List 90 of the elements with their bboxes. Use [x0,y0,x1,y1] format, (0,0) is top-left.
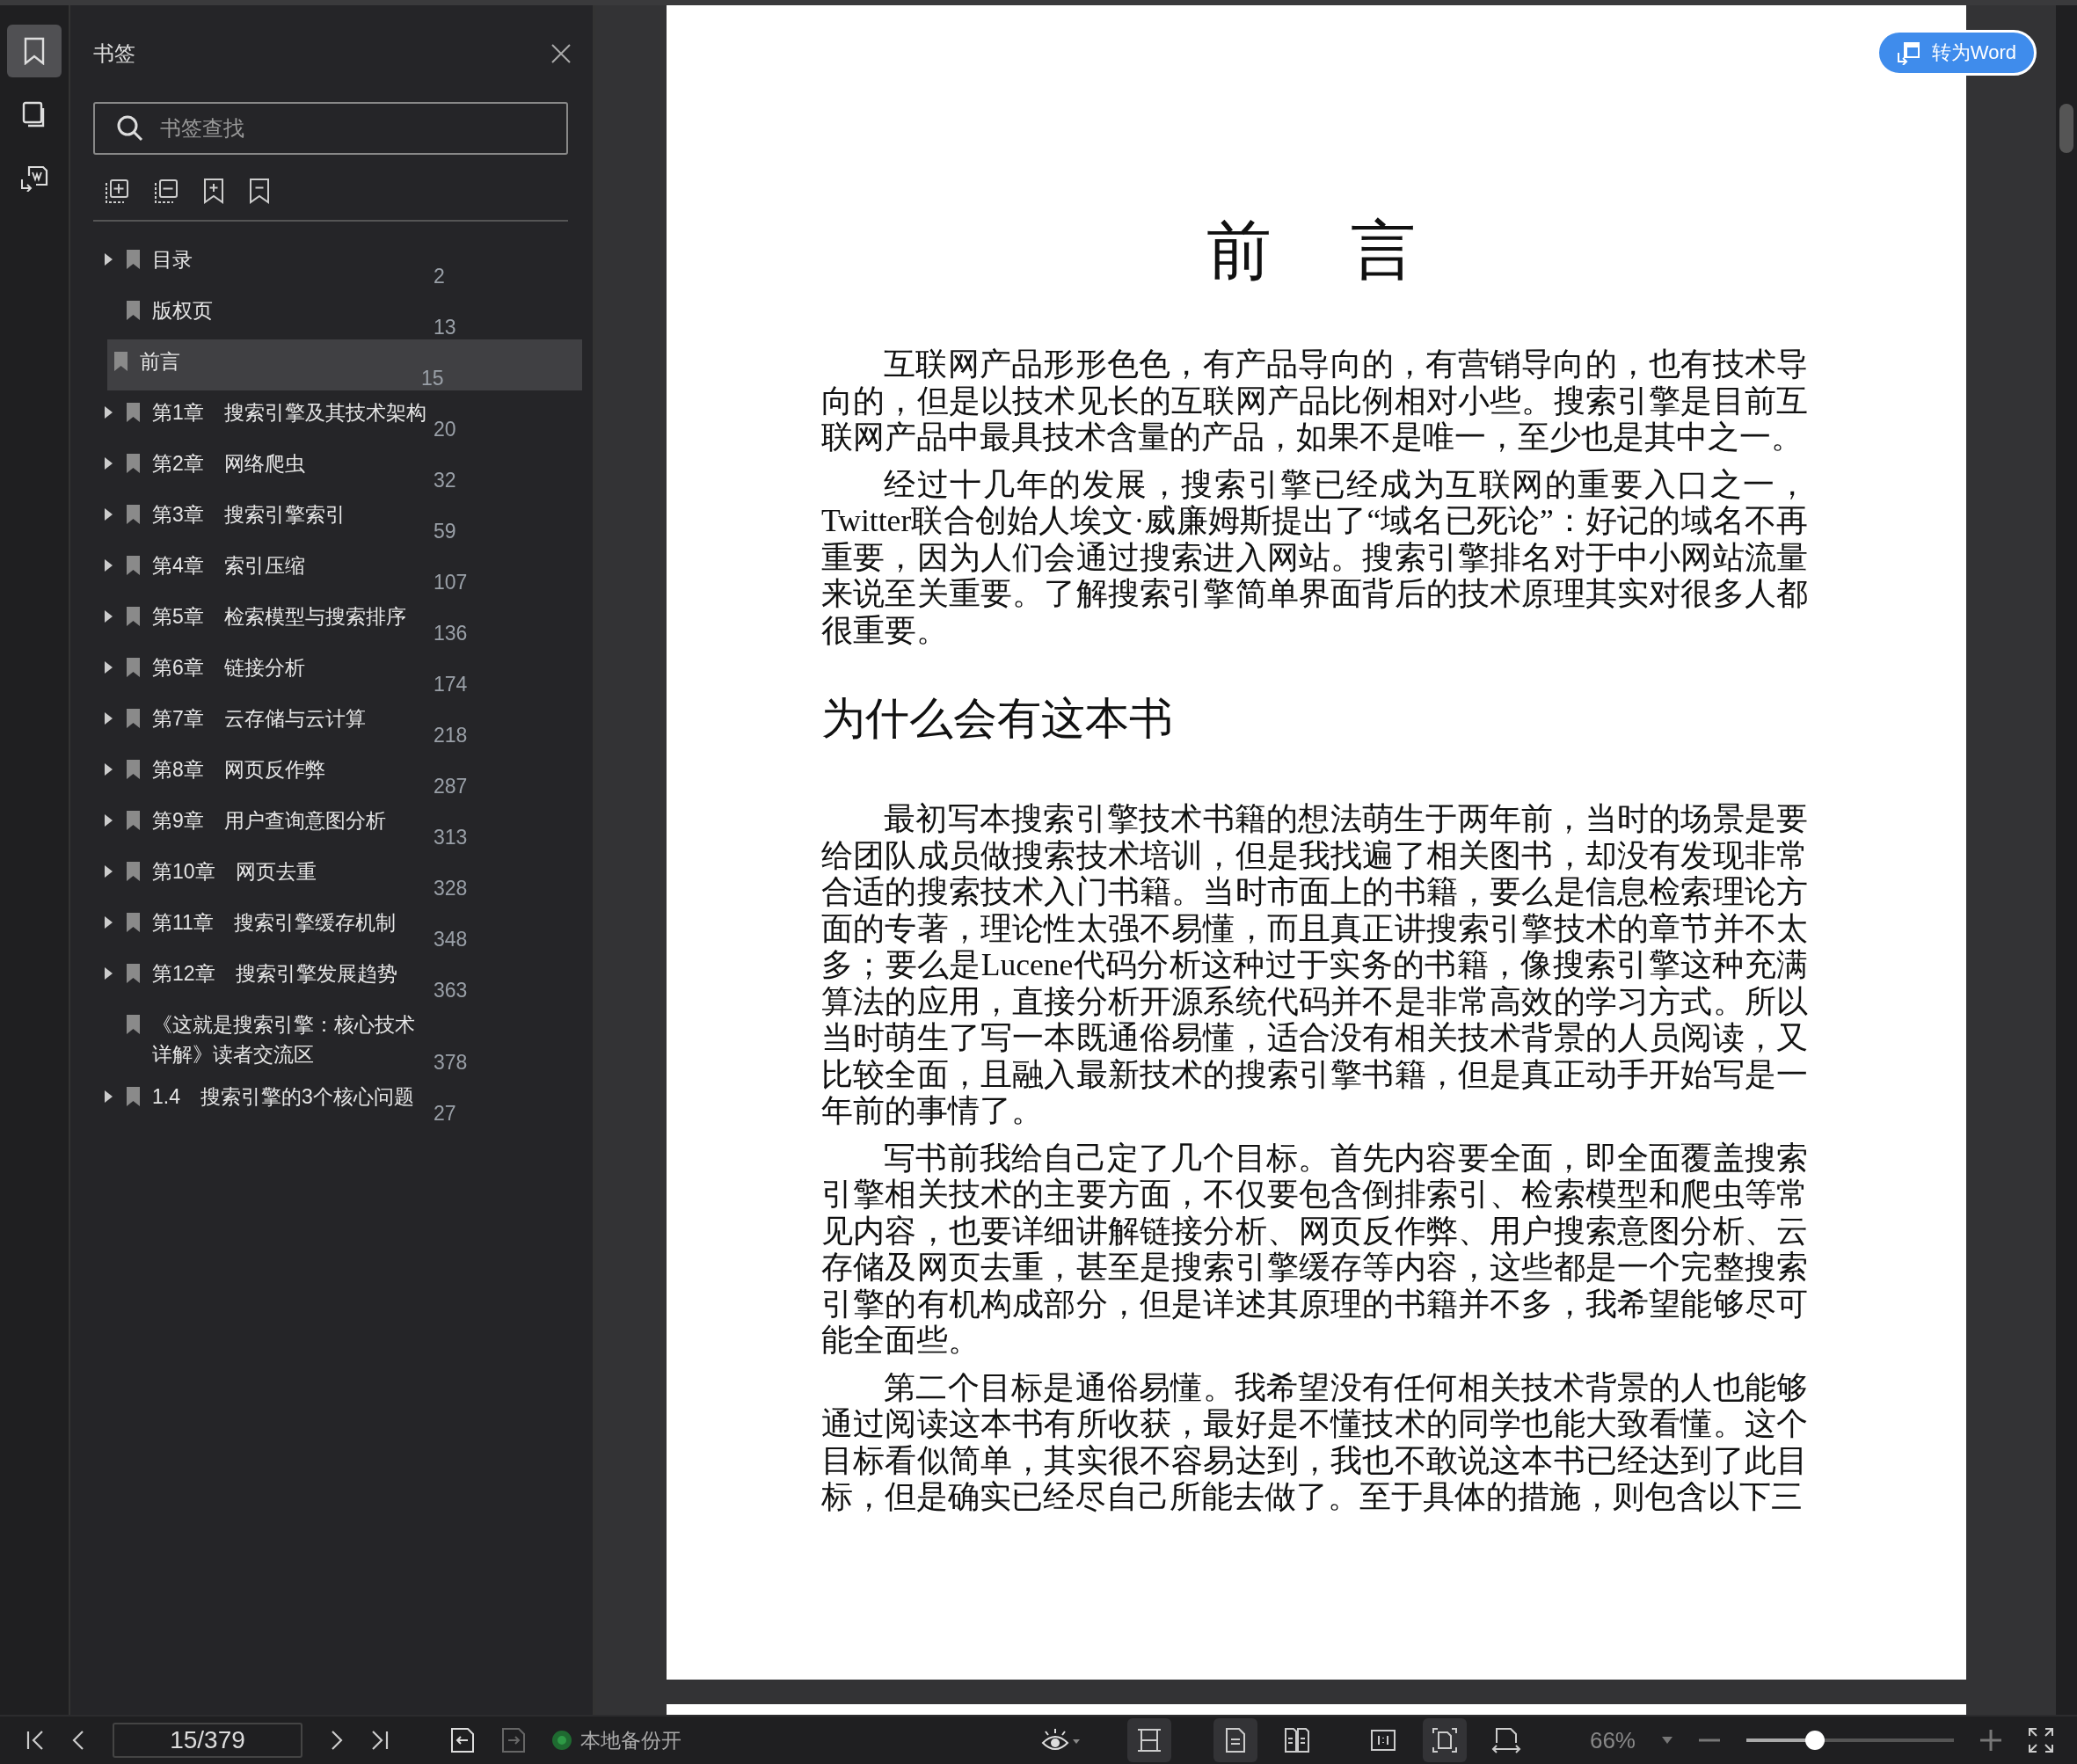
bookmark-icon [127,1015,140,1034]
bookmark-item[interactable]: 第8章 网页反作弊 287 [79,747,582,798]
bookmark-item[interactable]: 第10章 网页去重 328 [79,849,582,900]
bookmark-item[interactable]: 第4章 索引压缩 107 [79,543,582,594]
paragraph: 最初写本搜索引擎技术书籍的想法萌生于两年前，当时的场景是要给团队成员做搜索技术培训，但是我找遍了相关图书，却没有发现非常合适的搜索技术入门书籍。当时市面上的书籍，要么是信息检索理论方面的专著，理论性太强不易懂，而且真正讲搜索引擎技术的章节并不太多；要么是Lucene代码分析这种过于实务的书籍，像搜索引擎这种充满算法的应用，直接分析开源系统代码并不是非常高效的学习方式。所以当时萌生了写一本既通俗易懂，适合没有相关技术背景的人员阅读，又比较全面，且融入最新技术的搜索引擎书籍，但是真正动手开始写是一年前的事情了。 [821,801,1808,1130]
bookmark-item[interactable]: 第9章 用户查询意图分析 313 [79,798,582,849]
view-mode-button[interactable] [1213,1718,1257,1762]
bookmark-item[interactable]: 第5章 检索模型与搜索排序 136 [79,594,582,645]
expand-arrow-icon[interactable] [104,559,113,572]
bookmark-item[interactable]: 1.4 搜索引擎的3个核心问题 27 [79,1075,582,1126]
bookmark-icon [127,913,140,932]
bookmark-item[interactable]: 第7章 云存储与云计算 218 [79,696,582,747]
bookmark-item[interactable]: 前言 15 [107,339,582,390]
bookmark-item[interactable]: 目录 2 [79,237,582,288]
fit-width-icon [1490,1727,1521,1753]
continuous-scroll-icon [1135,1727,1162,1753]
two-page-icon [1283,1727,1310,1753]
zoom-level[interactable]: 66% [1589,1726,1636,1754]
sidebar-tab[interactable] [7,25,62,77]
expand-arrow-icon[interactable] [104,865,113,878]
fit-page-icon [1431,1727,1458,1753]
expand-arrow-icon[interactable] [104,661,113,674]
expand-arrow-icon[interactable] [104,916,113,929]
bookmark-icon [127,301,140,320]
bookmark-icon [127,454,140,473]
paragraph: 互联网产品形形色色，有产品导向的，有营销导向的，也有技术导向的，但是以技术见长的互联网产品比例相对小些。搜索引擎是目前互联网产品中最具技术含量的产品，如果不是唯一，至少也是其中之一。 [821,346,1808,456]
fullscreen-icon[interactable] [2028,1727,2054,1753]
paragraph: 写书前我给自己定了几个目标。首先内容要全面，即全面覆盖搜索引擎相关技术的主要方面，不仅要包含倒排索引、检索模型和爬虫等常见内容，也要详细讲解链接分析、网页反作弊、用户搜索意图分析、云存储及网页去重，甚至是搜索引擎缓存等内容，这些都是一个完整搜索引擎的有机构成部分，但是详述其原理的书籍并不多，我希望能够尽可能全面些。 [821,1140,1808,1359]
zoom-slider[interactable] [1746,1731,1954,1750]
zoom-in-icon[interactable] [1980,1730,2001,1751]
expand-arrow-icon[interactable] [104,712,113,725]
bookmark-icon [127,556,140,575]
bookmark-icon [127,811,140,830]
remove-bookmark-icon[interactable] [248,178,271,204]
bookmark-item[interactable]: 第3章 搜索引擎索引 59 [79,492,582,543]
expand-arrow-icon[interactable] [104,763,113,776]
bookmark-item[interactable]: 第11章 搜索引擎缓存机制 348 [79,900,582,951]
expand-arrow-icon[interactable] [104,406,113,419]
expand-arrow-icon[interactable] [104,1090,113,1103]
page-number-field[interactable]: 15/379 [113,1723,302,1758]
bookmark-icon [127,250,140,269]
section-heading: 为什么会有这本书 [821,693,1174,745]
bookmark-item[interactable]: 第6章 链接分析 174 [79,645,582,696]
expand-arrow-icon[interactable] [104,508,113,521]
bookmark-icon [127,709,140,728]
first-page-icon[interactable] [26,1730,46,1751]
bookmark-icon [127,760,140,779]
bookmark-icon [127,1087,140,1106]
close-icon[interactable] [550,43,572,64]
single-page-icon [1224,1727,1246,1753]
expand-arrow-icon[interactable] [104,457,113,470]
bookmark-icon [127,964,140,983]
caret-icon[interactable] [1662,1737,1673,1744]
expand-arrow-icon[interactable] [104,253,113,266]
document-convert-icon [20,164,48,192]
paragraph: 经过十几年的发展，搜索引擎已经成为互联网的重要入口之一，Twitter联合创始人埃文·威廉姆斯提出了“域名已死论”：好记的域名不再重要，因为人们会通过搜索进入网站。搜索引擎排名对于中小网站流量来说至关重要。了解搜索引擎简单界面背后的技术原理其实对很多人都很重要。 [821,466,1808,649]
last-page-icon[interactable] [369,1730,389,1751]
back-document-icon[interactable] [450,1727,475,1753]
panel-title: 书签 [93,40,135,67]
bookmark-item[interactable]: 第1章 搜索引擎及其技术架构 20 [79,390,582,441]
paragraph: 第二个目标是通俗易懂。我希望没有任何相关技术背景的人也能够通过阅读这本书有所收获，最好是不懂技术的同学也能大致看懂。这个目标看似简单，其实很不容易达到，我也不敢说这本书已经达到了此目标，但是确实已经尽自己所能去做了。至于具体的措施，则包含以下三 [821,1369,1808,1516]
bookmark-item[interactable]: 第12章 搜索引擎发展趋势 363 [79,951,582,1002]
bookmark-icon [23,37,46,65]
bookmark-icon [127,658,140,677]
forward-document-icon[interactable] [501,1727,526,1753]
expand-arrow-icon[interactable] [104,967,113,980]
bookmark-icon [127,403,140,422]
view-mode-button[interactable] [1422,1718,1467,1762]
bookmark-item[interactable]: 版权页 13 [79,288,582,339]
search-icon [116,114,144,142]
expand-arrow-icon[interactable] [104,814,113,827]
bookmark-icon [127,862,140,881]
bookmark-icon [127,607,140,626]
add-bookmark-icon[interactable] [202,178,225,204]
bookmark-icon [114,352,128,371]
scrollbar[interactable] [2056,5,2077,1715]
search-field[interactable]: 书签查找 [93,102,568,155]
previous-page-icon[interactable] [72,1730,86,1751]
collapse-all-icon[interactable] [153,178,179,204]
actual-size-icon [1369,1729,1396,1752]
bookmark-icon [127,505,140,524]
pages-icon [22,101,47,128]
backup-status: 本地备份开 [580,1727,681,1753]
expand-arrow-icon[interactable] [104,610,113,623]
view-mode-button[interactable] [1126,1718,1171,1762]
expand-all-icon[interactable] [104,178,130,204]
next-page-icon[interactable] [329,1730,343,1751]
page-title: 前 言 [1206,214,1424,288]
bookmark-item[interactable]: 第2章 网络爬虫 32 [79,441,582,492]
bookmark-item[interactable]: 《这就是搜索引擎：核心技术详解》读者交流区 378 [79,1002,582,1075]
